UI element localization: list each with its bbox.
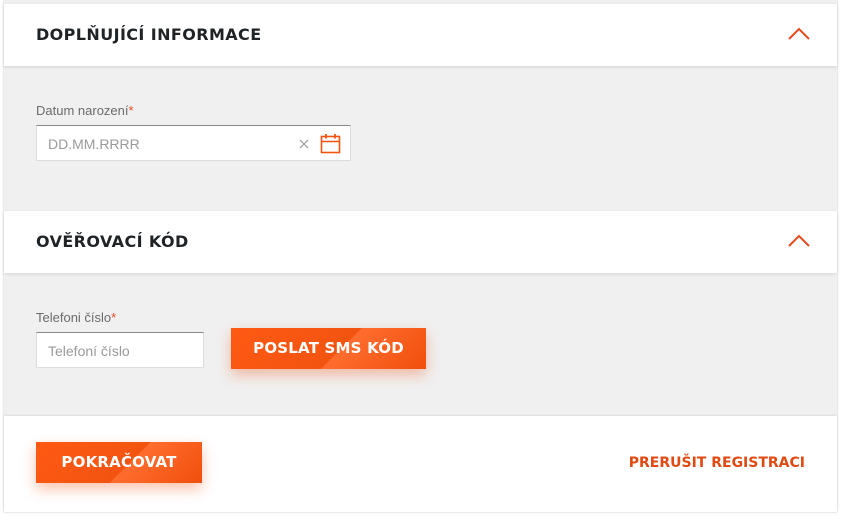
chevron-up-icon[interactable]	[787, 233, 811, 249]
phone-input[interactable]: Telefoní číslo	[36, 332, 204, 368]
cancel-registration-link[interactable]: PRERUŠIT REGISTRACI	[629, 455, 805, 471]
phone-label-text: Telefoni číslo	[36, 310, 112, 325]
section-title: DOPLŇUJÍCÍ INFORMACE	[36, 25, 262, 44]
form-footer: POKRAČOVAT PRERUŠIT REGISTRACI	[4, 416, 837, 512]
birthdate-label: Datum narození*	[36, 103, 134, 118]
chevron-up-icon[interactable]	[787, 26, 811, 42]
continue-button[interactable]: POKRAČOVAT	[36, 442, 202, 483]
birthdate-input[interactable]: DD.MM.RRRR	[36, 125, 351, 161]
section-title: OVĚŘOVACÍ KÓD	[36, 232, 189, 251]
phone-label: Telefoni číslo*	[36, 310, 116, 325]
required-mark: *	[128, 103, 134, 118]
required-mark: *	[111, 310, 117, 325]
phone-placeholder: Telefoní číslo	[48, 343, 130, 359]
calendar-icon[interactable]	[320, 133, 341, 154]
birthdate-label-text: Datum narození	[36, 103, 129, 118]
clear-x-icon[interactable]	[299, 139, 309, 149]
section-header-additional-info[interactable]: DOPLŇUJÍCÍ INFORMACE	[4, 4, 837, 66]
section-header-verification-code[interactable]: OVĚŘOVACÍ KÓD	[4, 211, 837, 273]
birthdate-placeholder: DD.MM.RRRR	[48, 136, 140, 152]
registration-form: DOPLŇUJÍCÍ INFORMACE Datum narození* DD.…	[4, 0, 837, 512]
send-sms-code-button[interactable]: POSLAT SMS KÓD	[231, 328, 426, 369]
